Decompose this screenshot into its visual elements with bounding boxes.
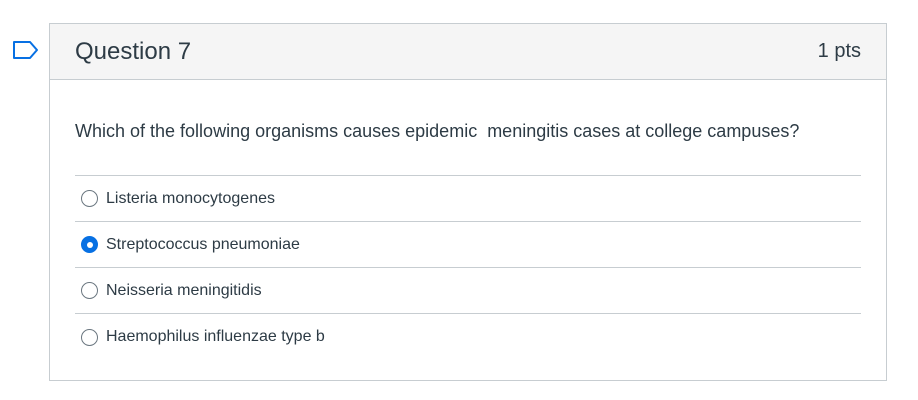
- question-text: Which of the following organisms causes …: [75, 121, 800, 141]
- answer-radio[interactable]: [81, 236, 98, 253]
- answer-radio[interactable]: [81, 328, 98, 346]
- answer-option[interactable]: Neisseria meningitidis: [75, 268, 861, 314]
- answer-label: Neisseria meningitidis: [106, 281, 262, 299]
- question-header: Question 7 1 pts: [50, 24, 886, 80]
- answer-radio[interactable]: [81, 190, 98, 207]
- answer-label: Listeria monocytogenes: [106, 189, 275, 207]
- question-body: Which of the following organisms causes …: [50, 80, 886, 360]
- answer-option[interactable]: Streptococcus pneumoniae: [75, 222, 861, 268]
- question-card: Question 7 1 pts Which of the following …: [49, 23, 887, 381]
- answer-list: Listeria monocytogenes Streptococcus pne…: [75, 175, 861, 360]
- question-points: 1 pts: [817, 40, 861, 62]
- answer-label: Streptococcus pneumoniae: [106, 235, 300, 253]
- question-title: Question 7: [75, 37, 192, 65]
- answer-label: Haemophilus influenzae type b: [106, 328, 325, 345]
- answer-radio[interactable]: [81, 282, 98, 299]
- answer-option[interactable]: Listeria monocytogenes: [75, 176, 861, 222]
- answer-option[interactable]: Haemophilus influenzae type b: [75, 314, 861, 360]
- flag-question-icon[interactable]: [12, 40, 40, 60]
